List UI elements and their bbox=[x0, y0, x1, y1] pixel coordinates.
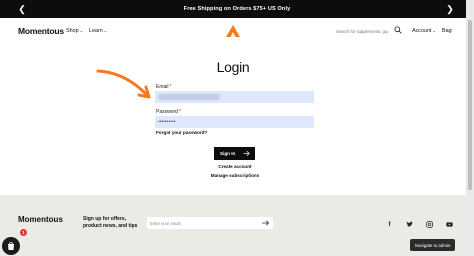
chevron-down-icon: ⌄ bbox=[103, 28, 108, 33]
notification-badge: 1 bbox=[20, 229, 27, 236]
site-footer: Momentous Sign up for offers, product ne… bbox=[0, 195, 466, 256]
password-label-text: Password bbox=[156, 109, 178, 115]
nav-learn[interactable]: Learn⌄ bbox=[89, 28, 107, 34]
brand-mark-icon[interactable] bbox=[226, 25, 240, 37]
password-field[interactable] bbox=[155, 116, 314, 128]
required-mark: * bbox=[178, 109, 181, 115]
search-input[interactable] bbox=[336, 27, 388, 35]
sign-in-button[interactable]: Sign In bbox=[214, 147, 255, 160]
twitter-icon[interactable] bbox=[406, 221, 413, 228]
youtube-icon[interactable] bbox=[446, 221, 453, 228]
annotation-arrow-icon bbox=[96, 69, 151, 99]
page: ❮ Free Shipping on Orders $75+ US Only ❯… bbox=[0, 0, 474, 256]
nav-account[interactable]: Account⌄ bbox=[412, 28, 436, 34]
nav-learn-label: Learn bbox=[89, 28, 103, 34]
chevron-right-icon[interactable]: ❯ bbox=[443, 2, 457, 16]
announcement-text: Free Shipping on Orders $75+ US Only bbox=[183, 6, 291, 12]
required-mark: * bbox=[169, 84, 172, 90]
nav-shop[interactable]: Shop⌄ bbox=[66, 28, 83, 34]
navigate-to-admin-button[interactable]: Navigate to admin bbox=[410, 239, 456, 251]
scrollbar[interactable] bbox=[466, 0, 474, 256]
nav-bag[interactable]: Bag bbox=[442, 28, 452, 34]
manage-subscriptions-link[interactable]: Manage subscriptions bbox=[0, 173, 470, 178]
email-label: Email* bbox=[156, 84, 171, 90]
footer-logo[interactable]: Momentous bbox=[18, 215, 63, 224]
chevron-down-icon: ⌄ bbox=[79, 28, 83, 33]
announcement-bar: ❮ Free Shipping on Orders $75+ US Only ❯ bbox=[0, 0, 474, 18]
shopping-bag-icon bbox=[8, 242, 14, 250]
email-label-text: Email bbox=[156, 84, 169, 90]
shop-app-button[interactable] bbox=[2, 237, 20, 255]
submit-arrow-icon[interactable] bbox=[262, 220, 269, 226]
nav-account-label: Account bbox=[412, 28, 432, 34]
chevron-down-icon: ⌄ bbox=[432, 28, 436, 33]
instagram-icon[interactable] bbox=[426, 221, 433, 228]
search-icon[interactable] bbox=[394, 26, 402, 34]
page-title: Login bbox=[216, 59, 250, 75]
nav-shop-label: Shop bbox=[66, 28, 79, 34]
newsletter-email-input[interactable] bbox=[147, 217, 273, 229]
forgot-password-link[interactable]: Forgot your password? bbox=[156, 130, 207, 135]
arrow-right-icon bbox=[243, 150, 250, 157]
facebook-icon[interactable]: f bbox=[386, 221, 393, 228]
newsletter-text: Sign up for offers, product news, and ti… bbox=[83, 216, 138, 229]
password-label: Password* bbox=[156, 109, 181, 115]
redacted-email bbox=[158, 94, 220, 100]
logo[interactable]: Momentous bbox=[18, 26, 64, 36]
create-account-link[interactable]: Create account bbox=[0, 164, 470, 169]
chevron-left-icon[interactable]: ❮ bbox=[15, 2, 29, 16]
sign-in-label: Sign In bbox=[220, 151, 236, 156]
site-header: Momentous Shop⌄ Learn⌄ Account⌄ Bag bbox=[0, 18, 466, 44]
